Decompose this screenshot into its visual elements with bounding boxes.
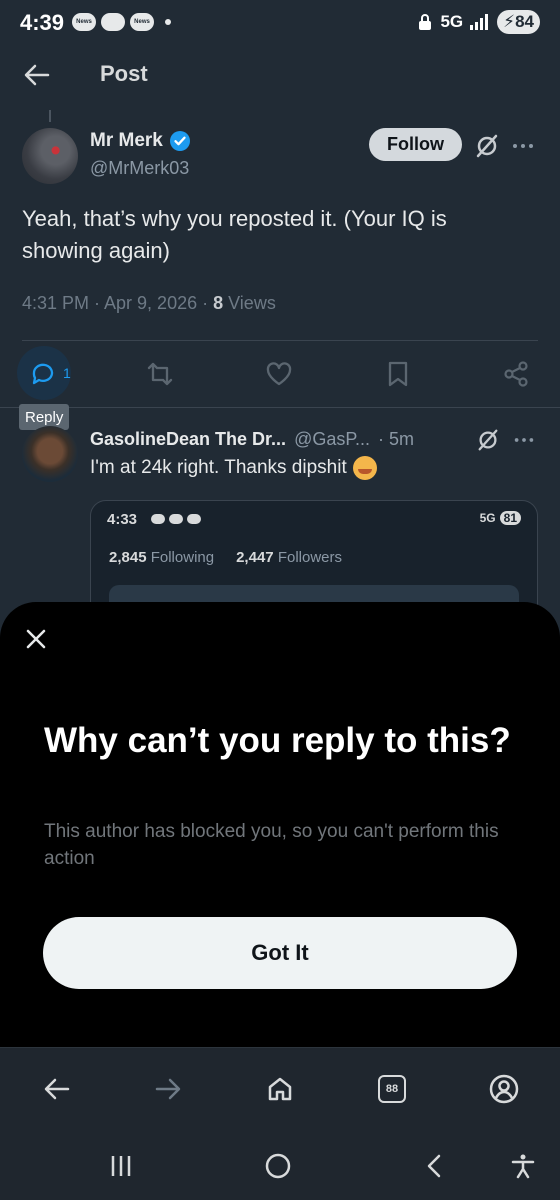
repost-button[interactable] — [146, 360, 174, 388]
views-count: 8 — [213, 293, 224, 313]
tabs-count: 88 — [378, 1075, 406, 1103]
heart-icon — [266, 362, 292, 386]
follow-button[interactable]: Follow — [369, 128, 462, 161]
profile-icon — [489, 1074, 519, 1104]
more-options-icon[interactable] — [512, 428, 536, 452]
system-back-button[interactable] — [420, 1151, 450, 1181]
reply-header: GasolineDean The Dr... @GasP... · 5m — [90, 429, 414, 450]
followers-label: Followers — [277, 549, 342, 566]
reply-author-name[interactable]: GasolineDean The Dr... — [90, 429, 286, 450]
grok-icon[interactable] — [476, 428, 500, 452]
post-timestamp: 4:31 PM · Apr 9, 2026 · — [22, 293, 214, 313]
chevron-left-icon — [427, 1154, 441, 1178]
media-follow-counts: 2,845 Following 2,447 Followers — [109, 549, 342, 566]
post-text: Yeah, that’s why you reposted it. (Your … — [22, 206, 447, 263]
divider — [22, 340, 538, 341]
thread-connector-line — [49, 110, 51, 122]
screen: 4:39 News News 5G ⚡ 84 Post Mr Merk @MrM… — [0, 0, 560, 1200]
arrow-right-icon — [155, 1078, 181, 1100]
browser-profile-button[interactable] — [487, 1072, 521, 1106]
grok-icon[interactable] — [474, 133, 500, 159]
browser-back-button[interactable] — [40, 1072, 74, 1106]
media-followers: 2,447 Followers — [236, 549, 342, 566]
battery-indicator: ⚡ 84 — [497, 10, 540, 34]
share-button[interactable] — [502, 360, 530, 388]
battery-level: 84 — [515, 12, 534, 31]
browser-home-button[interactable] — [263, 1072, 297, 1106]
recent-apps-button[interactable] — [106, 1151, 136, 1181]
app-header: Post — [0, 44, 560, 104]
recent-apps-icon — [111, 1156, 131, 1176]
arrow-left-icon — [44, 1078, 70, 1100]
views-label: Views — [223, 293, 276, 313]
notification-icon — [151, 514, 165, 524]
author-name-text: Mr Merk — [90, 130, 163, 151]
close-button[interactable] — [22, 625, 50, 653]
media-status-right: 5G 81 — [480, 511, 521, 525]
author-name[interactable]: Mr Merk — [90, 130, 191, 152]
notification-icon — [187, 514, 201, 524]
bookmark-button[interactable] — [384, 360, 412, 388]
reply-count: 1 — [63, 365, 71, 381]
arrow-left-icon — [24, 64, 50, 86]
bookmark-icon — [388, 361, 408, 387]
reply-author-handle[interactable]: @GasP... — [294, 429, 370, 450]
more-options-icon[interactable] — [510, 133, 536, 159]
following-label: Following — [150, 549, 215, 566]
system-navigation-bar — [0, 1131, 560, 1200]
lock-icon — [419, 14, 432, 30]
post-meta: 4:31 PM · Apr 9, 2026 · 8 Views — [22, 293, 276, 314]
more-notifications-dot-icon — [165, 19, 171, 25]
reply-text: I'm at 24k right. Thanks dipshit — [90, 456, 377, 480]
divider — [0, 407, 560, 408]
news-notification-icon: News — [130, 13, 154, 31]
home-circle-icon — [265, 1153, 291, 1179]
accessibility-icon — [511, 1154, 535, 1179]
system-home-button[interactable] — [263, 1151, 293, 1181]
sheet-description: This author has blocked you, so you can'… — [44, 821, 499, 869]
media-following: 2,845 Following — [109, 549, 214, 566]
reply-icon — [32, 363, 54, 385]
sheet-title: Why can’t you reply to this? — [44, 721, 511, 760]
following-count: 2,845 — [109, 549, 147, 566]
author-avatar[interactable] — [22, 128, 78, 184]
notification-icons: News News — [72, 13, 171, 31]
news-notification-icon: News — [72, 13, 96, 31]
blushing-smile-emoji-icon — [352, 456, 377, 480]
media-network-label: 5G — [479, 511, 496, 525]
verified-badge-icon — [169, 131, 190, 151]
browser-toolbar: 88 — [0, 1047, 560, 1131]
media-status-time: 4:33 — [107, 511, 138, 528]
reply-author-avatar[interactable] — [22, 426, 78, 482]
post-actions — [0, 350, 560, 398]
status-bar: 4:39 News News 5G ⚡ 84 — [0, 0, 560, 44]
got-it-button[interactable]: Got It — [43, 917, 517, 989]
browser-forward-button[interactable] — [151, 1072, 185, 1106]
reply-text-content: I'm at 24k right. Thanks dipshit — [90, 457, 347, 478]
accessibility-button[interactable] — [508, 1151, 538, 1181]
network-label: 5G — [440, 12, 464, 31]
signal-icon — [470, 14, 489, 30]
home-icon — [268, 1077, 292, 1101]
reply-time: · 5m — [378, 429, 415, 449]
share-icon — [504, 361, 528, 387]
reply-button[interactable] — [30, 360, 58, 388]
screenshot-notification-icon — [101, 13, 125, 31]
media-notification-icons — [151, 514, 201, 524]
mail-icon — [169, 514, 183, 524]
status-right: 5G ⚡ 84 — [416, 10, 540, 34]
page-title: Post — [100, 61, 148, 86]
media-battery: 81 — [499, 511, 521, 525]
back-button[interactable] — [20, 58, 54, 92]
repost-icon — [147, 362, 173, 386]
close-icon — [26, 629, 46, 649]
author-handle[interactable]: @MrMerk03 — [90, 158, 189, 179]
like-button[interactable] — [265, 360, 293, 388]
browser-tabs-button[interactable]: 88 — [375, 1072, 409, 1106]
status-time: 4:39 — [20, 10, 65, 35]
followers-count: 2,447 — [236, 549, 274, 566]
blocked-reply-sheet: Why can’t you reply to this? This author… — [0, 602, 560, 1062]
